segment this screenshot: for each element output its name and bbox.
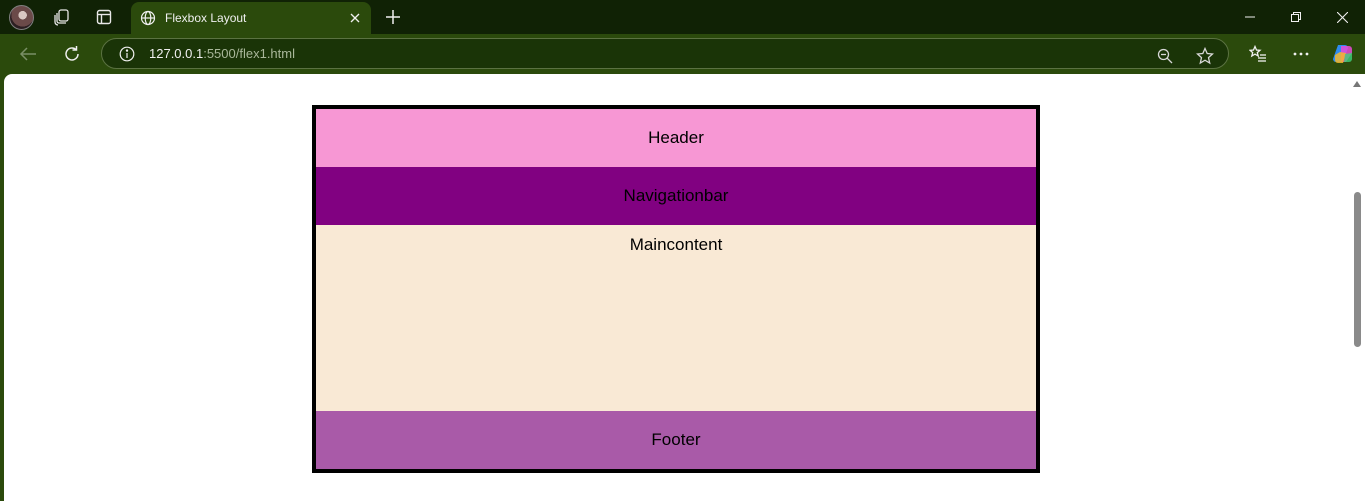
- address-bar[interactable]: 127.0.0.1:5500/flex1.html: [101, 38, 1229, 69]
- navigation-toolbar: 127.0.0.1:5500/flex1.html: [0, 34, 1365, 74]
- minimize-icon[interactable]: [1227, 0, 1273, 34]
- url-path: :5500/flex1.html: [203, 46, 295, 61]
- favorite-star-icon[interactable]: [1194, 45, 1216, 67]
- page-header: Header: [316, 109, 1036, 167]
- tab-actions-icon[interactable]: [91, 5, 117, 29]
- close-icon[interactable]: [343, 6, 367, 30]
- zoom-out-icon[interactable]: [1154, 45, 1176, 67]
- url-text: 127.0.0.1:5500/flex1.html: [149, 46, 295, 61]
- scroll-up-arrow-icon[interactable]: [1353, 81, 1361, 87]
- tab-title: Flexbox Layout: [165, 11, 247, 25]
- plus-icon[interactable]: [380, 5, 406, 29]
- url-host: 127.0.0.1: [149, 46, 204, 61]
- info-icon[interactable]: [118, 45, 136, 63]
- navigation-bar: Navigationbar: [316, 167, 1036, 225]
- page-viewport: Header Navigationbar Maincontent Footer: [4, 74, 1365, 501]
- header-text: Header: [648, 128, 704, 147]
- flex-container: Header Navigationbar Maincontent Footer: [312, 105, 1040, 473]
- tab-strip: Flexbox Layout: [0, 0, 1365, 34]
- scrollbar-thumb[interactable]: [1354, 192, 1361, 347]
- restore-icon[interactable]: [1273, 0, 1319, 34]
- globe-icon: [139, 9, 157, 27]
- vertical-scrollbar[interactable]: [1350, 74, 1365, 501]
- page-footer: Footer: [316, 411, 1036, 469]
- back-arrow-icon[interactable]: [14, 40, 42, 68]
- tab-flexbox-layout[interactable]: Flexbox Layout: [131, 2, 371, 34]
- footer-text: Footer: [651, 430, 701, 449]
- refresh-icon[interactable]: [58, 40, 86, 68]
- profile-avatar[interactable]: [9, 5, 34, 30]
- main-text: Maincontent: [629, 235, 723, 254]
- copilot-icon[interactable]: [1329, 40, 1357, 68]
- navbar-text: Navigationbar: [623, 186, 729, 205]
- workspaces-icon[interactable]: [49, 5, 75, 29]
- more-icon[interactable]: [1287, 40, 1315, 68]
- main-content: Maincontent: [316, 225, 1036, 411]
- window-close-icon[interactable]: [1319, 0, 1365, 34]
- favorites-list-icon[interactable]: [1244, 40, 1272, 68]
